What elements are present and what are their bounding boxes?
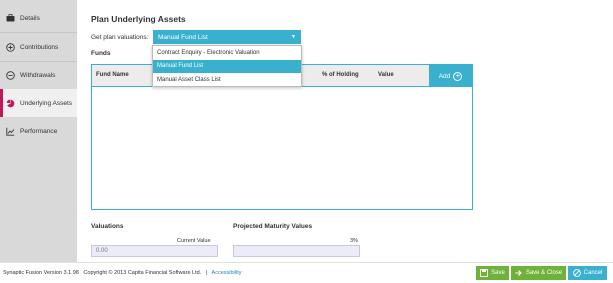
cancel-label: Cancel bbox=[583, 270, 603, 276]
add-label: Add bbox=[438, 72, 451, 80]
accessibility-link[interactable]: Accessibility bbox=[212, 270, 242, 276]
projected-maturity-label: Projected Maturity Values bbox=[233, 223, 313, 230]
current-value-field[interactable]: 0.00 bbox=[91, 245, 218, 257]
column-header-percent-holding[interactable]: % of Holding bbox=[322, 72, 359, 78]
sidebar-item-label: Withdrawals bbox=[20, 71, 56, 79]
main-content: Plan Underlying Assets Get plan valuatio… bbox=[77, 0, 613, 262]
footer-text: Synaptic Fusion Version 3.1.98 Copyright… bbox=[3, 270, 241, 276]
save-button[interactable]: Save bbox=[476, 266, 509, 280]
footer-separator: | bbox=[205, 270, 208, 276]
plus-circle-icon bbox=[5, 42, 15, 52]
percent-caption: 3% bbox=[350, 238, 358, 244]
menu-item-contract-enquiry[interactable]: Contract Enquiry - Electronic Valuation bbox=[153, 46, 301, 60]
line-chart-icon bbox=[5, 126, 15, 136]
column-header-fund-name[interactable]: Fund Name bbox=[96, 72, 129, 78]
menu-item-manual-asset-class-list[interactable]: Manual Asset Class List bbox=[153, 73, 301, 87]
get-valuations-label: Get plan valuations: bbox=[91, 34, 149, 41]
sidebar-item-label: Details bbox=[20, 14, 40, 22]
sidebar-item-details[interactable]: Details bbox=[0, 4, 77, 32]
copyright-text: Copyright © 2013 Capita Financial Softwa… bbox=[83, 270, 202, 276]
save-and-close-button[interactable]: Save & Close bbox=[511, 266, 566, 280]
save-close-label: Save & Close bbox=[525, 270, 563, 276]
sidebar-item-withdrawals[interactable]: Withdrawals bbox=[0, 61, 77, 89]
sidebar-item-label: Underlying Assets bbox=[20, 99, 73, 107]
valuations-label: Valuations bbox=[91, 223, 124, 230]
cancel-icon bbox=[572, 269, 581, 277]
sidebar-item-performance[interactable]: Performance bbox=[0, 117, 77, 145]
save-label: Save bbox=[491, 270, 505, 276]
funds-label: Funds bbox=[91, 50, 111, 57]
sidebar: Details Contributions Withdrawals Underl… bbox=[0, 0, 77, 262]
plus-circle-icon: + bbox=[453, 71, 463, 81]
add-fund-button[interactable]: Add + bbox=[429, 65, 472, 87]
minus-circle-icon bbox=[5, 70, 15, 80]
app-window: Details Contributions Withdrawals Underl… bbox=[0, 0, 613, 283]
sidebar-item-contributions[interactable]: Contributions bbox=[0, 33, 77, 61]
sidebar-item-label: Contributions bbox=[20, 43, 59, 51]
sidebar-item-label: Performance bbox=[20, 127, 58, 135]
floppy-disk-icon bbox=[480, 269, 489, 277]
menu-item-manual-fund-list[interactable]: Manual Fund List bbox=[153, 59, 301, 73]
version-text: Synaptic Fusion Version 3.1.98 bbox=[3, 270, 79, 276]
caret-down-icon: ▼ bbox=[291, 34, 296, 40]
valuation-source-menu: Contract Enquiry - Electronic Valuation … bbox=[152, 45, 302, 87]
valuation-source-dropdown[interactable]: Manual Fund List ▼ bbox=[153, 30, 301, 44]
arrow-right-icon bbox=[515, 269, 523, 277]
briefcase-icon bbox=[5, 13, 15, 23]
page-title: Plan Underlying Assets bbox=[91, 14, 186, 24]
current-value-caption: Current Value bbox=[177, 238, 211, 244]
pie-chart-icon bbox=[5, 98, 15, 108]
dropdown-selected-value: Manual Fund List bbox=[158, 33, 208, 41]
column-header-value[interactable]: Value bbox=[378, 72, 394, 78]
cancel-button[interactable]: Cancel bbox=[568, 266, 607, 280]
sidebar-item-underlying-assets[interactable]: Underlying Assets bbox=[0, 89, 77, 117]
projected-value-field[interactable] bbox=[233, 245, 360, 257]
footer-bar: Synaptic Fusion Version 3.1.98 Copyright… bbox=[0, 262, 613, 283]
